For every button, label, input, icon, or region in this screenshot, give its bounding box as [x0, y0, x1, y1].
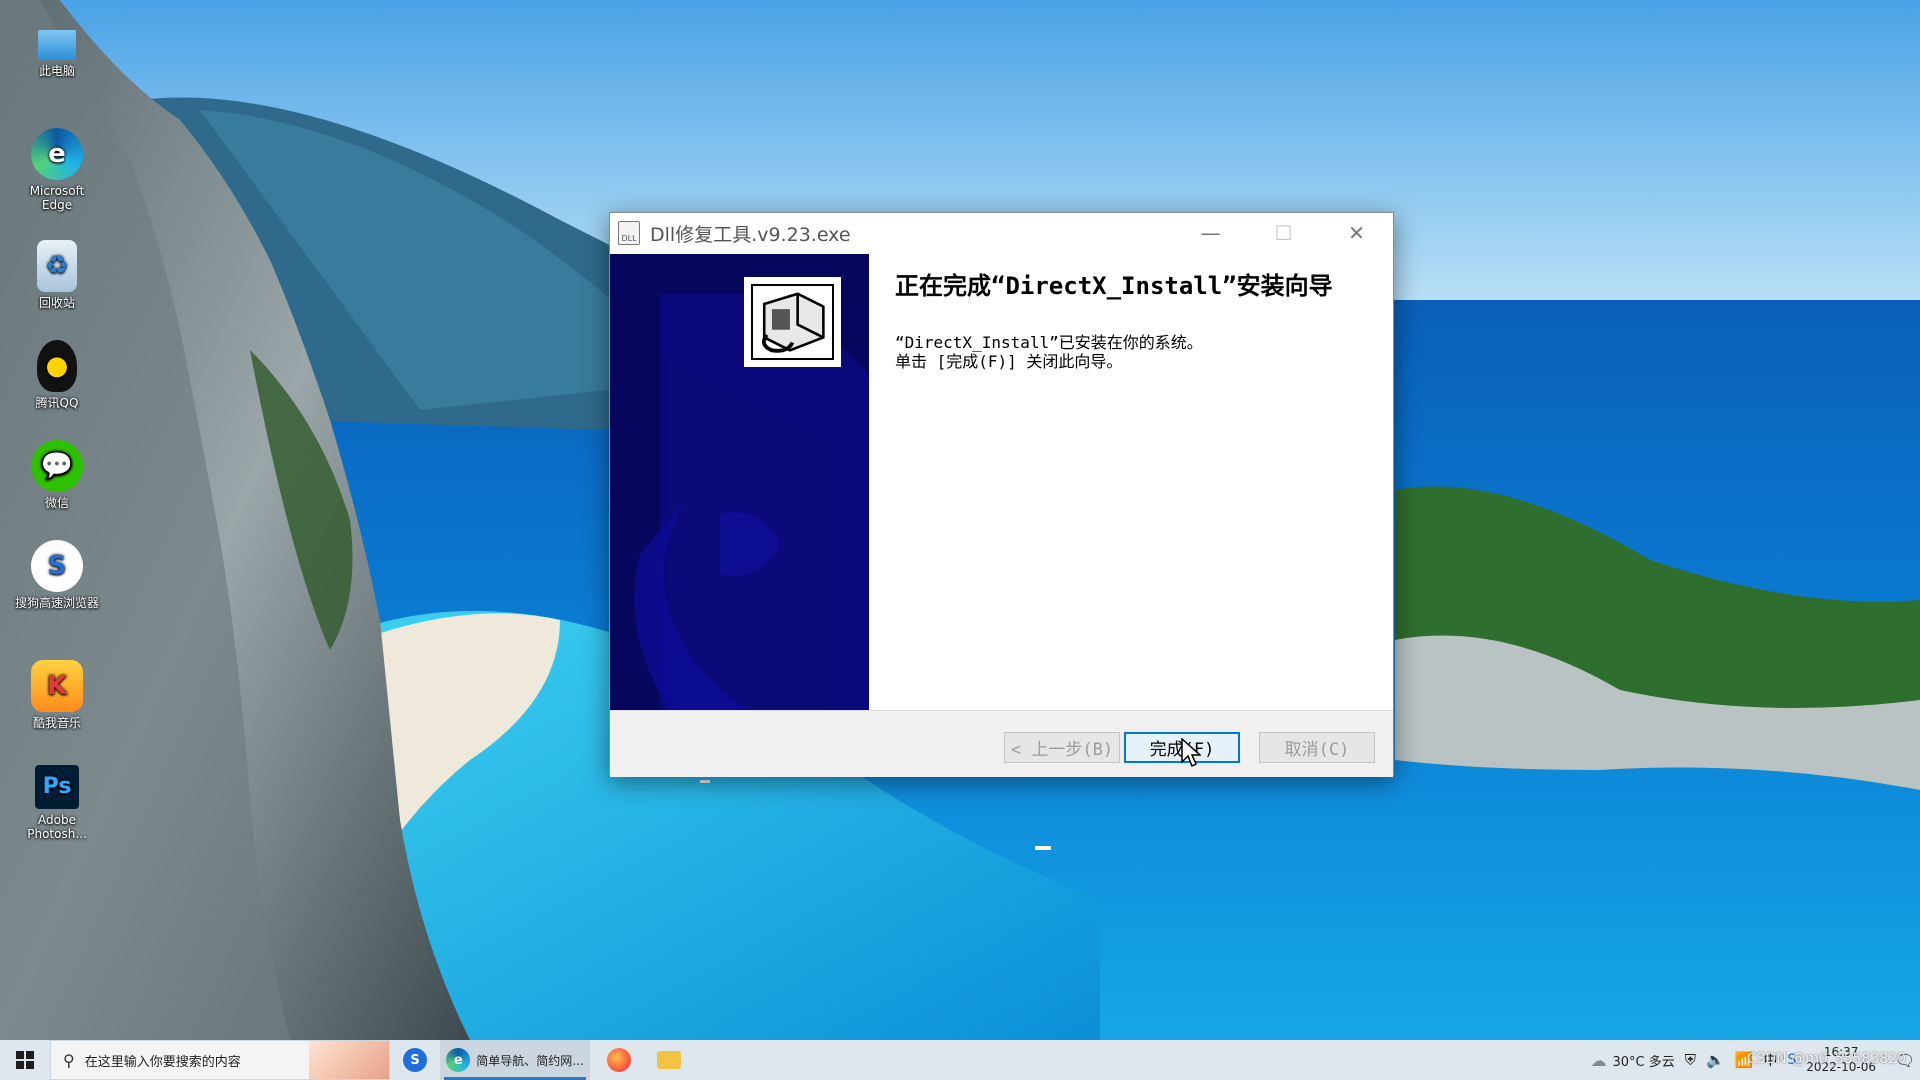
desktop-icon-column: 此电脑 e Microsoft Edge ♻ 回收站 ● 腾讯QQ 💬 微信 S… [0, 0, 120, 1040]
mouse-cursor-icon [1181, 738, 1201, 768]
folder-icon [657, 1051, 681, 1069]
desktop-icon-wechat[interactable]: 💬 微信 [14, 440, 100, 510]
wizard-side-banner [610, 254, 869, 710]
computer-icon [38, 30, 76, 60]
desktop-icon-qq[interactable]: ● 腾讯QQ [14, 340, 100, 410]
photoshop-icon: Ps [35, 765, 79, 809]
taskbar-file-explorer[interactable] [644, 1040, 694, 1080]
taskbar: ⚲ 在这里输入你要搜索的内容 S e 简单导航、简约网... ☁ 30°C 多云… [0, 1040, 1920, 1080]
desktop-icon-label: 搜狗高速浏览器 [14, 596, 99, 610]
security-icon[interactable]: ⛨ [1685, 1051, 1696, 1069]
kuwo-music-icon: K [31, 660, 83, 712]
sogou-browser-icon: S [31, 540, 83, 592]
close-button[interactable]: ✕ [1320, 213, 1393, 253]
dll-file-icon: DLL [618, 221, 640, 245]
wizard-message: “DirectX_Install”已安装在你的系统。 单击 [完成(F)] 关闭… [895, 333, 1375, 371]
minimize-button[interactable]: — [1174, 213, 1247, 253]
taskbar-firefox[interactable] [594, 1040, 644, 1080]
taskbar-search-box[interactable]: ⚲ 在这里输入你要搜索的内容 [50, 1040, 390, 1080]
wizard-message-line: 单击 [完成(F)] 关闭此向导。 [895, 352, 1123, 371]
maximize-button: ☐ [1274, 221, 1293, 245]
back-button: < 上一步(B) [1004, 732, 1120, 763]
window-title: Dll修复工具.v9.23.exe [650, 223, 851, 246]
desktop-icon-label: Adobe Photosh... [27, 813, 87, 841]
desktop-icon-label: 此电脑 [38, 64, 75, 78]
taskbar-edge-window[interactable]: e 简单导航、简约网... [440, 1040, 590, 1080]
watermark: CSDN @m0_55583820 [1746, 1051, 1906, 1067]
edge-icon: e [31, 128, 83, 180]
qq-penguin-icon: ● [37, 340, 77, 392]
desktop-icon-edge[interactable]: e Microsoft Edge [14, 128, 100, 212]
desktop-icon-label: 腾讯QQ [35, 396, 79, 410]
wizard-content: 正在完成“DirectX_Install”安装向导 “DirectX_Insta… [895, 273, 1375, 371]
desktop-icon-label: Microsoft Edge [29, 184, 85, 212]
start-button[interactable] [0, 1040, 50, 1080]
sogou-browser-icon: S [403, 1048, 427, 1072]
taskbar-window-label: 简单导航、简约网... [476, 1053, 584, 1068]
volume-icon[interactable]: 🔈 [1706, 1051, 1725, 1069]
edge-icon: e [446, 1048, 471, 1072]
desktop-icon-this-pc[interactable]: 此电脑 [14, 30, 100, 78]
windows-logo-icon [16, 1051, 34, 1069]
firefox-icon [607, 1048, 631, 1072]
search-placeholder: 在这里输入你要搜索的内容 [84, 1054, 241, 1070]
taskbar-sogou-browser[interactable]: S [390, 1040, 440, 1080]
weather-widget[interactable]: ☁ 30°C 多云 [1590, 1051, 1674, 1070]
installer-logo [744, 277, 841, 367]
desktop-icon-recycle-bin[interactable]: ♻ 回收站 [14, 240, 100, 310]
wizard-button-bar: < 上一步(B) 完成(F) 取消(C) [610, 710, 1393, 777]
search-highlight-art [309, 1041, 389, 1079]
desktop-icon-label: 酷我音乐 [32, 716, 81, 730]
desktop-icon-photoshop[interactable]: Ps Adobe Photosh... [14, 765, 100, 841]
cloud-icon: ☁ [1590, 1050, 1607, 1070]
installer-computer-icon [751, 284, 834, 360]
wechat-icon: 💬 [31, 440, 83, 492]
installer-window: DLL Dll修复工具.v9.23.exe — ☐ ✕ 正在完成“DirectX… [609, 212, 1394, 777]
desktop-icon-sogou-browser[interactable]: S 搜狗高速浏览器 [14, 540, 100, 610]
desktop-icon-label: 回收站 [38, 296, 75, 310]
window-controls: — ☐ ✕ [1174, 213, 1393, 253]
wizard-message-line: “DirectX_Install”已安装在你的系统。 [895, 333, 1203, 352]
cancel-button: 取消(C) [1259, 732, 1375, 763]
recycle-bin-icon: ♻ [37, 240, 77, 292]
weather-text: 30°C 多云 [1612, 1054, 1675, 1070]
desktop-icon-kuwo-music[interactable]: K 酷我音乐 [14, 660, 100, 730]
desktop-icon-label: 微信 [44, 496, 69, 510]
search-icon: ⚲ [63, 1050, 75, 1070]
wizard-heading: 正在完成“DirectX_Install”安装向导 [895, 272, 1333, 300]
title-bar[interactable]: DLL Dll修复工具.v9.23.exe — ☐ ✕ [610, 213, 1393, 253]
